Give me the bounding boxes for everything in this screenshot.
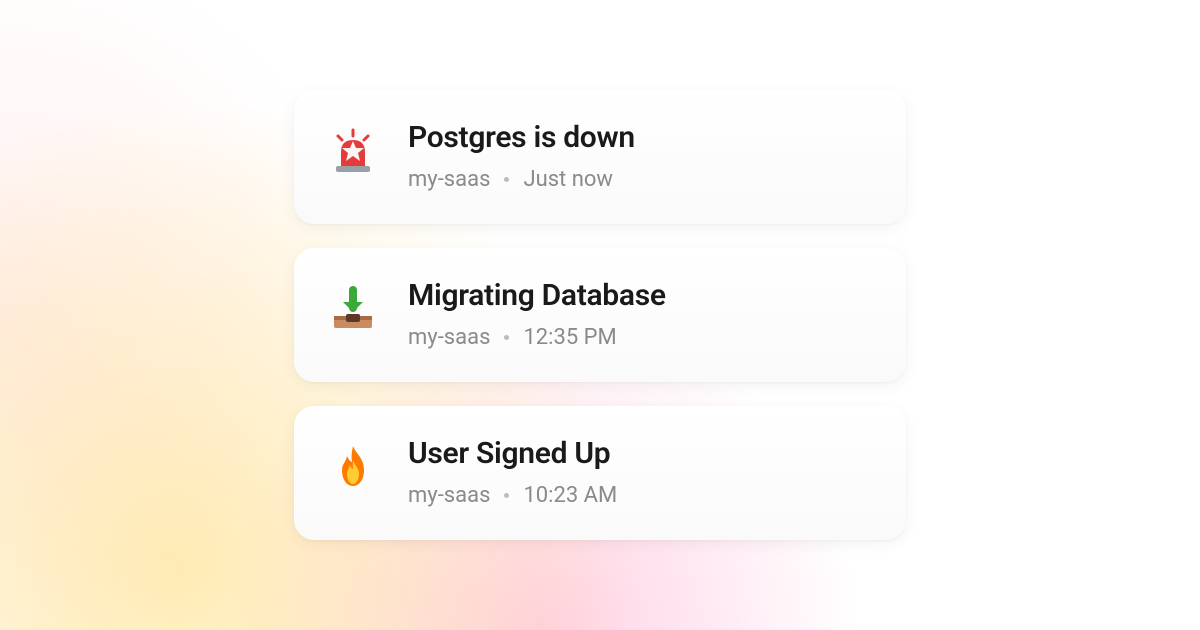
notification-card[interactable]: Migrating Database my-saas 12:35 PM — [294, 248, 906, 382]
notification-list: Postgres is down my-saas Just now Migrat… — [294, 90, 906, 540]
time-label: 10:23 AM — [523, 483, 617, 508]
notification-card[interactable]: Postgres is down my-saas Just now — [294, 90, 906, 224]
separator-dot — [504, 493, 509, 498]
time-label: Just now — [523, 167, 613, 192]
notification-meta: my-saas 10:23 AM — [408, 483, 617, 508]
notification-meta: my-saas Just now — [408, 167, 635, 192]
time-label: 12:35 PM — [523, 325, 616, 350]
project-label: my-saas — [408, 325, 490, 350]
notification-content: Postgres is down my-saas Just now — [408, 120, 635, 192]
separator-dot — [504, 335, 509, 340]
notification-title: Postgres is down — [408, 120, 635, 155]
notification-content: Migrating Database my-saas 12:35 PM — [408, 278, 666, 350]
project-label: my-saas — [408, 483, 490, 508]
notification-meta: my-saas 12:35 PM — [408, 325, 666, 350]
notification-title: Migrating Database — [408, 278, 666, 313]
separator-dot — [504, 177, 509, 182]
notification-title: User Signed Up — [408, 436, 617, 471]
notification-card[interactable]: User Signed Up my-saas 10:23 AM — [294, 406, 906, 540]
siren-icon — [328, 126, 378, 176]
notification-content: User Signed Up my-saas 10:23 AM — [408, 436, 617, 508]
project-label: my-saas — [408, 167, 490, 192]
inbox-download-icon — [328, 284, 378, 334]
fire-icon — [328, 442, 378, 492]
